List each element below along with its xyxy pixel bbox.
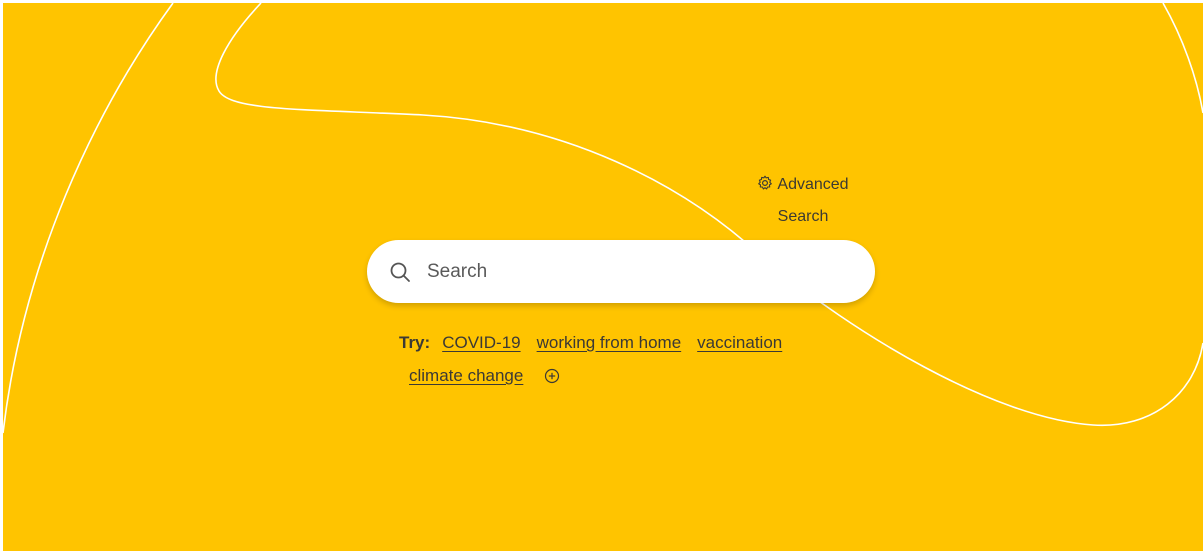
- suggestion-link-working-from-home[interactable]: working from home: [537, 326, 682, 359]
- suggestions: Try: COVID-19 working from home vaccinat…: [399, 326, 869, 392]
- search-input[interactable]: [427, 251, 827, 292]
- hero-background: Advanced Search Try: COVID-19 working fr…: [3, 3, 1203, 551]
- gear-icon: [758, 175, 773, 190]
- search-bar[interactable]: [367, 240, 875, 303]
- advanced-search-link[interactable]: Advanced Search: [743, 169, 863, 233]
- plus-circle-icon[interactable]: [544, 368, 560, 384]
- search-icon: [390, 262, 410, 282]
- suggestion-link-covid-19[interactable]: COVID-19: [442, 326, 520, 359]
- advanced-search-label: Advanced Search: [777, 176, 849, 225]
- suggestion-link-climate-change[interactable]: climate change: [409, 366, 523, 385]
- suggestions-label: Try:: [399, 333, 431, 352]
- suggestion-link-vaccination[interactable]: vaccination: [697, 326, 782, 359]
